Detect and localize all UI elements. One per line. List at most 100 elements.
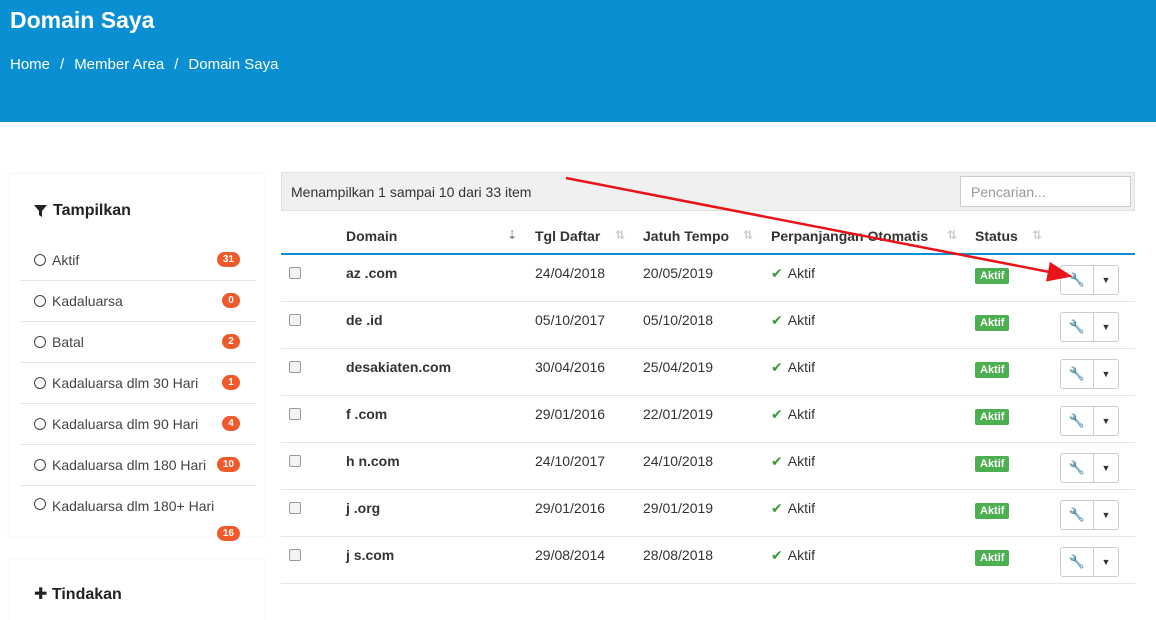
cell-jatuh-tempo: 05/10/2018 <box>633 301 761 349</box>
cell-actions: 🔧 ▼ <box>1050 536 1135 584</box>
actions-panel-title: ✚ Tindakan <box>34 586 122 603</box>
dropdown-toggle[interactable]: ▼ <box>1094 266 1118 294</box>
manage-button-group: 🔧 ▼ <box>1060 546 1119 577</box>
cell-tgl-daftar: 30/04/2016 <box>525 348 633 396</box>
wrench-icon: 🔧 <box>1068 318 1086 334</box>
filter-item-kadaluarsa[interactable]: Kadaluarsa 0 <box>20 281 256 322</box>
cell-jatuh-tempo: 29/01/2019 <box>633 489 761 537</box>
wrench-icon: 🔧 <box>1068 506 1086 522</box>
count-badge: 10 <box>216 457 240 472</box>
cell-status: Aktif <box>965 348 1050 396</box>
cell-jatuh-tempo: 24/10/2018 <box>633 442 761 490</box>
filter-item-90-hari[interactable]: Kadaluarsa dlm 90 Hari 4 <box>20 404 256 445</box>
check-icon: ✔ <box>771 311 783 328</box>
count-badge: 1 <box>222 375 240 390</box>
breadcrumb-home[interactable]: Home <box>10 56 50 73</box>
dropdown-toggle[interactable]: ▼ <box>1094 548 1118 576</box>
filter-list: Aktif 31 Kadaluarsa 0 Batal 2 Kadaluarsa dl… <box>20 240 256 546</box>
row-checkbox[interactable] <box>289 454 301 467</box>
column-header-tgl-daftar[interactable]: Tgl Daftar ⇅ <box>525 218 633 255</box>
dropdown-toggle[interactable]: ▼ <box>1094 501 1118 529</box>
search-input[interactable] <box>960 176 1131 207</box>
cell-jatuh-tempo: 28/08/2018 <box>633 536 761 584</box>
cell-tgl-daftar: 24/04/2018 <box>525 254 633 302</box>
breadcrumb-separator: / <box>60 56 65 73</box>
status-badge: Aktif <box>975 268 1010 284</box>
filter-item-aktif[interactable]: Aktif 31 <box>20 240 256 281</box>
cell-status: Aktif <box>965 442 1050 490</box>
table-info: Menampilkan 1 sampai 10 dari 33 item <box>291 184 532 200</box>
dropdown-toggle[interactable]: ▼ <box>1094 454 1118 482</box>
row-checkbox[interactable] <box>289 548 301 561</box>
radio-icon <box>34 377 46 389</box>
count-badge: 4 <box>222 416 240 431</box>
cell-domain[interactable]: de .id <box>336 301 525 349</box>
wrench-button[interactable]: 🔧 <box>1061 547 1094 576</box>
manage-button-group: 🔧 ▼ <box>1060 358 1119 389</box>
cell-perpanjangan: ✔ Aktif <box>761 395 965 443</box>
wrench-button[interactable]: 🔧 <box>1061 359 1094 388</box>
dropdown-toggle[interactable]: ▼ <box>1094 313 1118 341</box>
caret-down-icon: ▼ <box>1101 556 1111 567</box>
manage-button-group: 🔧 ▼ <box>1060 311 1119 342</box>
wrench-button[interactable]: 🔧 <box>1061 266 1094 294</box>
status-badge: Aktif <box>975 408 1010 425</box>
cell-tgl-daftar: 05/10/2017 <box>525 301 633 349</box>
cell-domain[interactable]: j s.com <box>336 536 525 584</box>
check-icon: ✔ <box>771 499 783 516</box>
cell-domain[interactable]: desakiaten.com <box>336 348 525 396</box>
cell-perpanjangan: ✔ Aktif <box>761 536 965 584</box>
cell-actions: 🔧 ▼ <box>1050 395 1135 443</box>
cell-domain[interactable]: f .com <box>336 395 525 443</box>
cell-status: Aktif <box>965 489 1050 537</box>
sort-icon: ⇅ <box>1031 228 1042 242</box>
wrench-button[interactable]: 🔧 <box>1061 406 1094 435</box>
row-checkbox[interactable] <box>289 360 301 373</box>
manage-button-group: 🔧 ▼ <box>1060 265 1119 295</box>
cell-perpanjangan: ✔ Aktif <box>761 489 965 537</box>
column-header-jatuh-tempo[interactable]: Jatuh Tempo ⇅ <box>633 218 761 255</box>
table-row: j s.com 29/08/2014 28/08/2018 ✔ Aktif Aktif 🔧 ▼ <box>281 536 1135 584</box>
filter-item-30-hari[interactable]: Kadaluarsa dlm 30 Hari 1 <box>20 363 256 404</box>
wrench-button[interactable]: 🔧 <box>1061 500 1094 529</box>
row-checkbox[interactable] <box>289 407 301 420</box>
row-checkbox[interactable] <box>289 267 301 279</box>
sort-icon: ⇅ <box>614 228 625 242</box>
wrench-icon: 🔧 <box>1068 272 1086 287</box>
row-checkbox[interactable] <box>289 501 301 514</box>
manage-button-group: 🔧 ▼ <box>1060 405 1119 436</box>
cell-domain[interactable]: h n.com <box>336 442 525 490</box>
column-header-status[interactable]: Status ⇅ <box>965 218 1050 255</box>
cell-status: Aktif <box>965 395 1050 443</box>
count-badge: 0 <box>222 293 240 308</box>
actions-column-header <box>1050 218 1135 255</box>
dropdown-toggle[interactable]: ▼ <box>1094 407 1118 435</box>
table-header-row: Domain ⇣ Tgl Daftar ⇅ Jatuh Tempo ⇅ Perpanj… <box>281 218 1135 255</box>
dropdown-toggle[interactable]: ▼ <box>1094 360 1118 388</box>
radio-icon <box>34 498 46 510</box>
column-header-domain[interactable]: Domain ⇣ <box>336 218 525 255</box>
cell-domain[interactable]: j .org <box>336 489 525 537</box>
check-icon: ✔ <box>771 546 783 563</box>
radio-icon <box>34 336 46 348</box>
cell-perpanjangan: ✔ Aktif <box>761 301 965 349</box>
filter-item-batal[interactable]: Batal 2 <box>20 322 256 363</box>
plus-icon: ✚ <box>34 586 48 603</box>
row-checkbox[interactable] <box>289 313 301 326</box>
column-header-perpanjangan[interactable]: Perpanjangan Otomatis ⇅ <box>761 218 965 255</box>
check-icon: ✔ <box>771 405 783 422</box>
count-badge: 2 <box>222 334 240 349</box>
cell-tgl-daftar: 29/01/2016 <box>525 395 633 443</box>
count-badge: 16 <box>216 526 240 541</box>
wrench-button[interactable]: 🔧 <box>1061 312 1094 341</box>
breadcrumb: Home / Member Area / Domain Saya <box>10 56 278 73</box>
status-badge: Aktif <box>975 361 1010 378</box>
filter-item-180-plus-hari[interactable]: Kadaluarsa dlm 180+ Hari 16 <box>20 486 256 546</box>
check-icon: ✔ <box>771 358 783 375</box>
cell-domain[interactable]: az .com <box>336 254 525 302</box>
breadcrumb-member-area[interactable]: Member Area <box>74 56 164 73</box>
filter-item-180-hari[interactable]: Kadaluarsa dlm 180 Hari 10 <box>20 445 256 486</box>
caret-down-icon: ▼ <box>1101 275 1111 285</box>
wrench-button[interactable]: 🔧 <box>1061 453 1094 482</box>
caret-down-icon: ▼ <box>1101 321 1111 332</box>
